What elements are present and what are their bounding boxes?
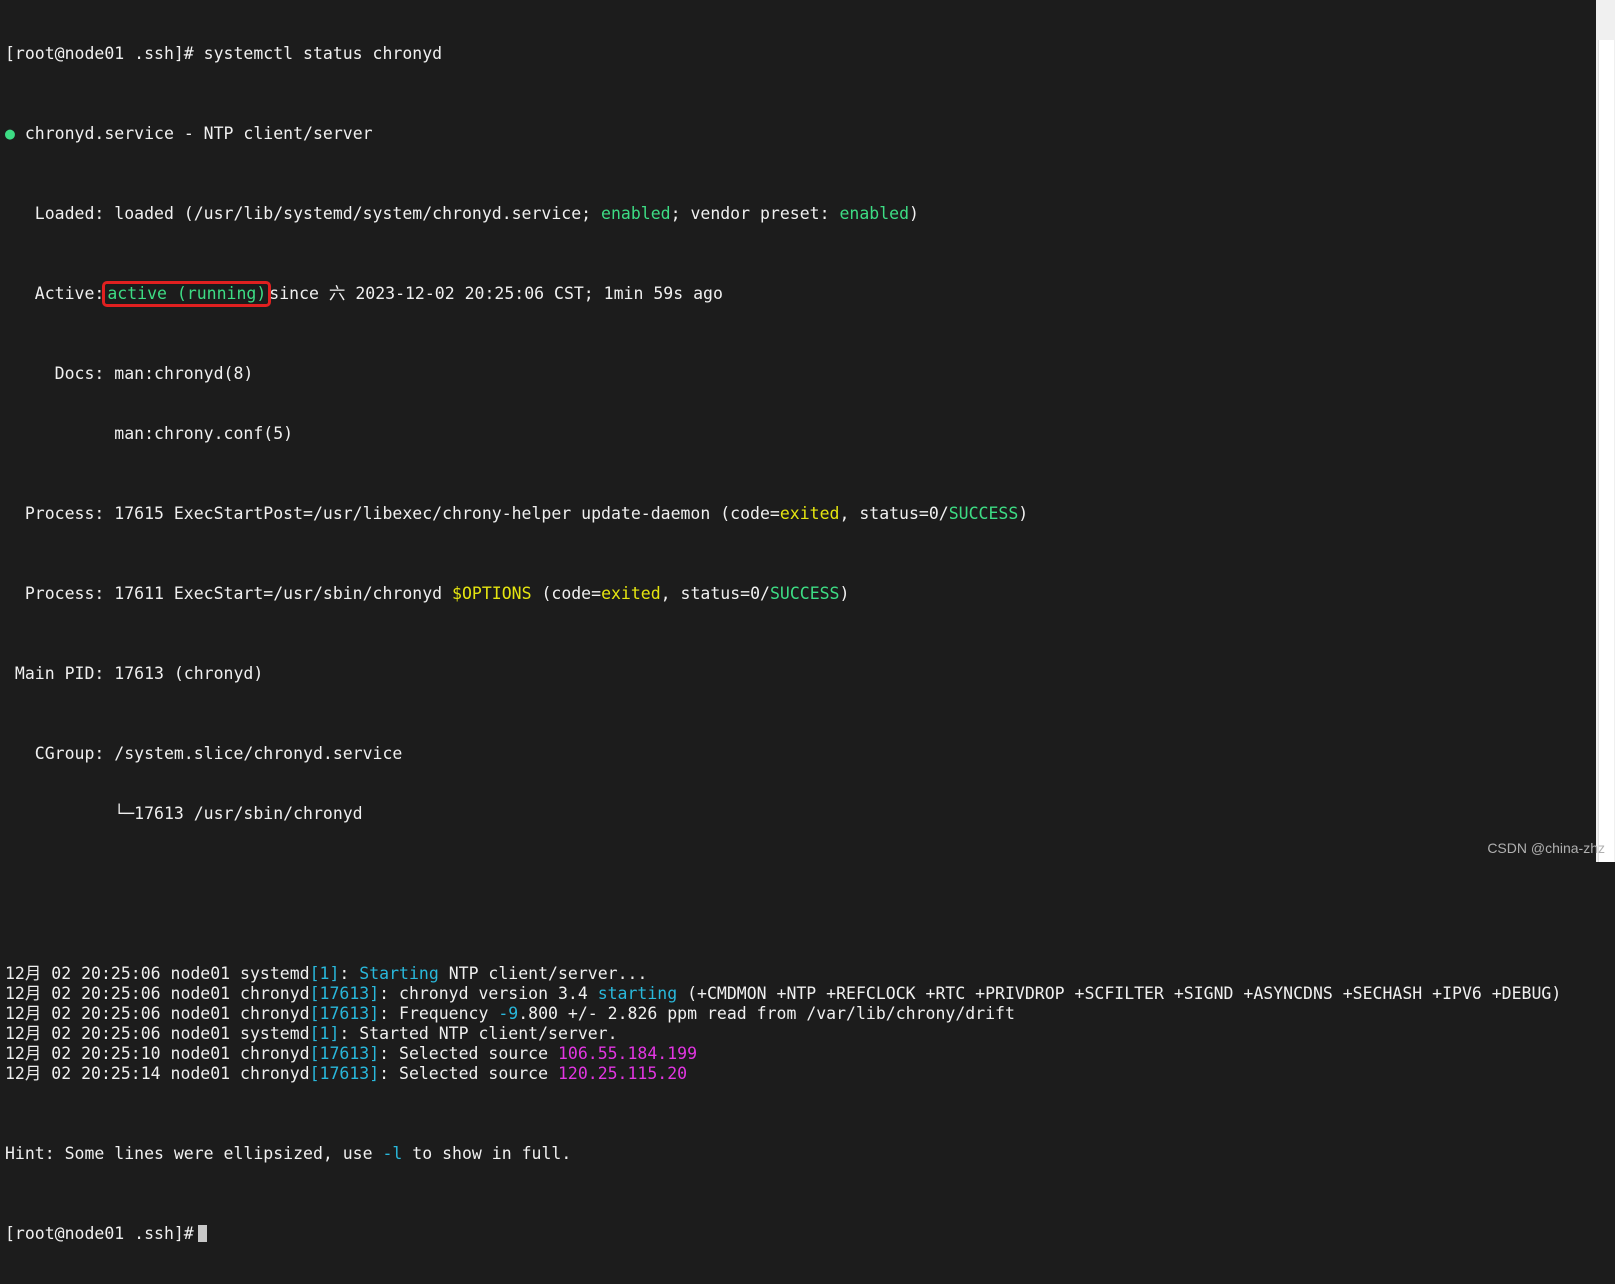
process2-suffix: ) bbox=[840, 584, 850, 603]
log-line: 12月 02 20:25:10 node01 chronyd[17613]: S… bbox=[5, 1044, 1561, 1064]
process2-mid2: , status=0/ bbox=[661, 584, 770, 603]
prompt-line[interactable]: [root@node01 .ssh]# bbox=[5, 1224, 1561, 1244]
process1-mid: , status=0/ bbox=[839, 504, 948, 523]
log-line: 12月 02 20:25:06 node01 chronyd[17613]: c… bbox=[5, 984, 1561, 1004]
log-line: 12月 02 20:25:06 node01 systemd[1]: Start… bbox=[5, 964, 1561, 984]
log-prefix: 12月 02 20:25:06 node01 systemd bbox=[5, 964, 310, 983]
main-pid-line: Main PID: 17613 (chronyd) bbox=[5, 664, 1561, 684]
cgroup-line-1: CGroup: /system.slice/chronyd.service bbox=[5, 744, 1561, 764]
loaded-vendor-preset: ; vendor preset: bbox=[671, 204, 840, 223]
process-line-2: Process: 17611 ExecStart=/usr/sbin/chron… bbox=[5, 584, 1561, 604]
hint-suffix: to show in full. bbox=[402, 1144, 571, 1163]
log-message: : Started NTP client/server. bbox=[339, 1024, 617, 1043]
log-rest: NTP client/server... bbox=[439, 964, 648, 983]
log-pid: [1] bbox=[310, 1024, 340, 1043]
cgroup-text-1: CGroup: /system.slice/chronyd.service bbox=[5, 744, 402, 763]
process2-code: exited bbox=[601, 584, 661, 603]
docs-text-2: man:chrony.conf(5) bbox=[5, 424, 293, 443]
log-prefix: 12月 02 20:25:10 node01 chronyd bbox=[5, 1044, 310, 1063]
log-highlight: 120.25.115.20 bbox=[558, 1064, 687, 1083]
process1-prefix: Process: 17615 ExecStartPost=/usr/libexe… bbox=[5, 504, 780, 523]
process2-options: $OPTIONS bbox=[452, 584, 531, 603]
process-line-1: Process: 17615 ExecStartPost=/usr/libexe… bbox=[5, 504, 1561, 524]
log-line: 12月 02 20:25:14 node01 chronyd[17613]: S… bbox=[5, 1064, 1561, 1084]
shell-prompt: [root@node01 .ssh]# bbox=[5, 1224, 194, 1243]
journal-log: 12月 02 20:25:06 node01 systemd[1]: Start… bbox=[5, 964, 1561, 1084]
service-header: ● chronyd.service - NTP client/server bbox=[5, 124, 1561, 144]
hint-flag: -l bbox=[383, 1144, 403, 1163]
log-message: : Frequency bbox=[379, 1004, 498, 1023]
vertical-scrollbar[interactable] bbox=[1596, 0, 1615, 862]
process2-mid1: (code= bbox=[532, 584, 602, 603]
log-highlight: Starting bbox=[359, 964, 438, 983]
docs-text-1: Docs: man:chronyd(8) bbox=[5, 364, 253, 383]
process1-code: exited bbox=[780, 504, 840, 523]
log-highlight: -9 bbox=[498, 1004, 518, 1023]
log-message: : Selected source bbox=[379, 1064, 558, 1083]
log-line: 12月 02 20:25:06 node01 systemd[1]: Start… bbox=[5, 1024, 1561, 1044]
log-pid: [17613] bbox=[310, 1064, 380, 1083]
terminal-window[interactable]: [root@node01 .ssh]# systemctl status chr… bbox=[0, 0, 1596, 862]
docs-line-1: Docs: man:chronyd(8) bbox=[5, 364, 1561, 384]
service-title: chronyd.service - NTP client/server bbox=[15, 124, 373, 143]
hint-prefix: Hint: Some lines were ellipsized, use bbox=[5, 1144, 383, 1163]
docs-line-2: man:chrony.conf(5) bbox=[5, 424, 1561, 444]
command-text: [root@node01 .ssh]# systemctl status chr… bbox=[5, 44, 442, 63]
active-state-highlight: active (running) bbox=[105, 284, 268, 304]
loaded-line: Loaded: loaded (/usr/lib/systemd/system/… bbox=[5, 204, 1561, 224]
log-pid: [17613] bbox=[310, 1044, 380, 1063]
cgroup-text-2: └─17613 /usr/sbin/chronyd bbox=[5, 804, 363, 823]
log-prefix: 12月 02 20:25:14 node01 chronyd bbox=[5, 1064, 310, 1083]
loaded-enabled: enabled bbox=[601, 204, 671, 223]
active-line: Active:active (running)since 六 2023-12-0… bbox=[5, 284, 1561, 304]
log-highlight: 106.55.184.199 bbox=[558, 1044, 697, 1063]
main-pid-text: Main PID: 17613 (chronyd) bbox=[5, 664, 263, 683]
watermark-text: CSDN @china-zhz bbox=[1487, 840, 1605, 856]
log-pid: [17613] bbox=[310, 984, 380, 1003]
vendor-preset-enabled: enabled bbox=[839, 204, 909, 223]
log-message: : chronyd version 3.4 bbox=[379, 984, 598, 1003]
log-prefix: 12月 02 20:25:06 node01 chronyd bbox=[5, 1004, 310, 1023]
process2-prefix: Process: 17611 ExecStart=/usr/sbin/chron… bbox=[5, 584, 452, 603]
log-rest: (+CMDMON +NTP +REFCLOCK +RTC +PRIVDROP +… bbox=[677, 984, 1561, 1003]
terminal-output: [root@node01 .ssh]# systemctl status chr… bbox=[5, 4, 1561, 1284]
text-cursor bbox=[198, 1225, 207, 1242]
log-message: : Selected source bbox=[379, 1044, 558, 1063]
process1-suffix: ) bbox=[1018, 504, 1028, 523]
active-label: Active: bbox=[5, 284, 104, 303]
log-rest: .800 +/- 2.826 ppm read from /var/lib/ch… bbox=[518, 1004, 1015, 1023]
scrollbar-thumb[interactable] bbox=[1598, 40, 1614, 862]
log-line: 12月 02 20:25:06 node01 chronyd[17613]: F… bbox=[5, 1004, 1561, 1024]
log-prefix: 12月 02 20:25:06 node01 systemd bbox=[5, 1024, 310, 1043]
log-pid: [1] bbox=[310, 964, 340, 983]
log-message: : bbox=[339, 964, 359, 983]
log-highlight: starting bbox=[598, 984, 677, 1003]
command-line: [root@node01 .ssh]# systemctl status chr… bbox=[5, 44, 1561, 64]
loaded-suffix: ) bbox=[909, 204, 919, 223]
status-dot-icon: ● bbox=[5, 124, 15, 143]
process2-status: SUCCESS bbox=[770, 584, 840, 603]
log-pid: [17613] bbox=[310, 1004, 380, 1023]
log-prefix: 12月 02 20:25:06 node01 chronyd bbox=[5, 984, 310, 1003]
loaded-prefix: Loaded: loaded (/usr/lib/systemd/system/… bbox=[5, 204, 601, 223]
hint-line: Hint: Some lines were ellipsized, use -l… bbox=[5, 1144, 1561, 1164]
process1-status: SUCCESS bbox=[949, 504, 1019, 523]
active-since: since 六 2023-12-02 20:25:06 CST; 1min 59… bbox=[269, 284, 723, 303]
blank-line bbox=[5, 884, 1561, 904]
cgroup-line-2: └─17613 /usr/sbin/chronyd bbox=[5, 804, 1561, 824]
